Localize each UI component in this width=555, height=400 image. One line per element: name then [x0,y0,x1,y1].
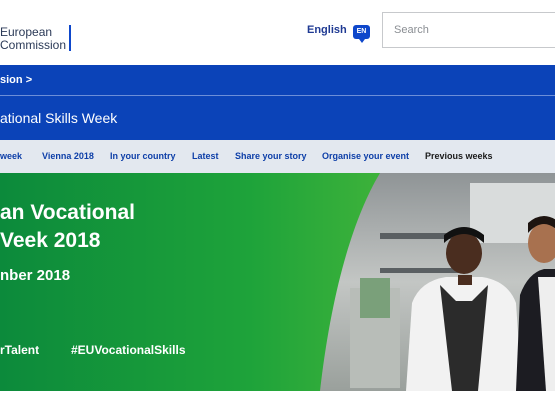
nav-item-organise-your-event[interactable]: Organise your event [322,151,409,161]
site-header: European Commission English EN [0,0,555,65]
nav-item-week[interactable]: week [0,151,22,161]
language-code-icon[interactable]: EN [353,25,370,43]
breadcrumb-link[interactable]: sion > [0,74,32,86]
language-selector[interactable]: English [307,24,347,36]
hero-title-line1: an Vocational [0,201,135,224]
main-navigation: week Vienna 2018 In your country Latest … [0,140,555,173]
nav-item-vienna-2018[interactable]: Vienna 2018 [42,151,94,161]
search-input[interactable] [382,12,555,48]
hero-title: an Vocational Veek 2018 [0,199,135,255]
breadcrumb: sion > [0,65,555,95]
hero-date: nber 2018 [0,267,71,284]
nav-item-latest[interactable]: Latest [192,151,219,161]
site-title-bar: ational Skills Week [0,96,555,140]
page-bottom-spacer [0,391,555,400]
nav-item-previous-weeks[interactable]: Previous weeks [425,151,493,161]
logo-line-commission: Commission [0,38,67,52]
chevron-right-icon: > [25,74,33,86]
commission-logo[interactable]: European Commission [0,26,66,52]
hashtag-eu-vocational-skills: #EUVocationalSkills [71,343,186,357]
hero-title-line2: Veek 2018 [0,229,101,252]
nav-item-share-your-story[interactable]: Share your story [235,151,307,161]
nav-item-in-your-country[interactable]: In your country [110,151,176,161]
hashtag-talent: rTalent [0,343,40,357]
breadcrumb-label: sion [0,74,23,86]
hero-banner: an Vocational Veek 2018 nber 2018 rTalen… [0,173,555,391]
logo-divider [69,25,71,51]
site-title[interactable]: ational Skills Week [0,110,117,126]
chefs-photo [320,173,555,391]
